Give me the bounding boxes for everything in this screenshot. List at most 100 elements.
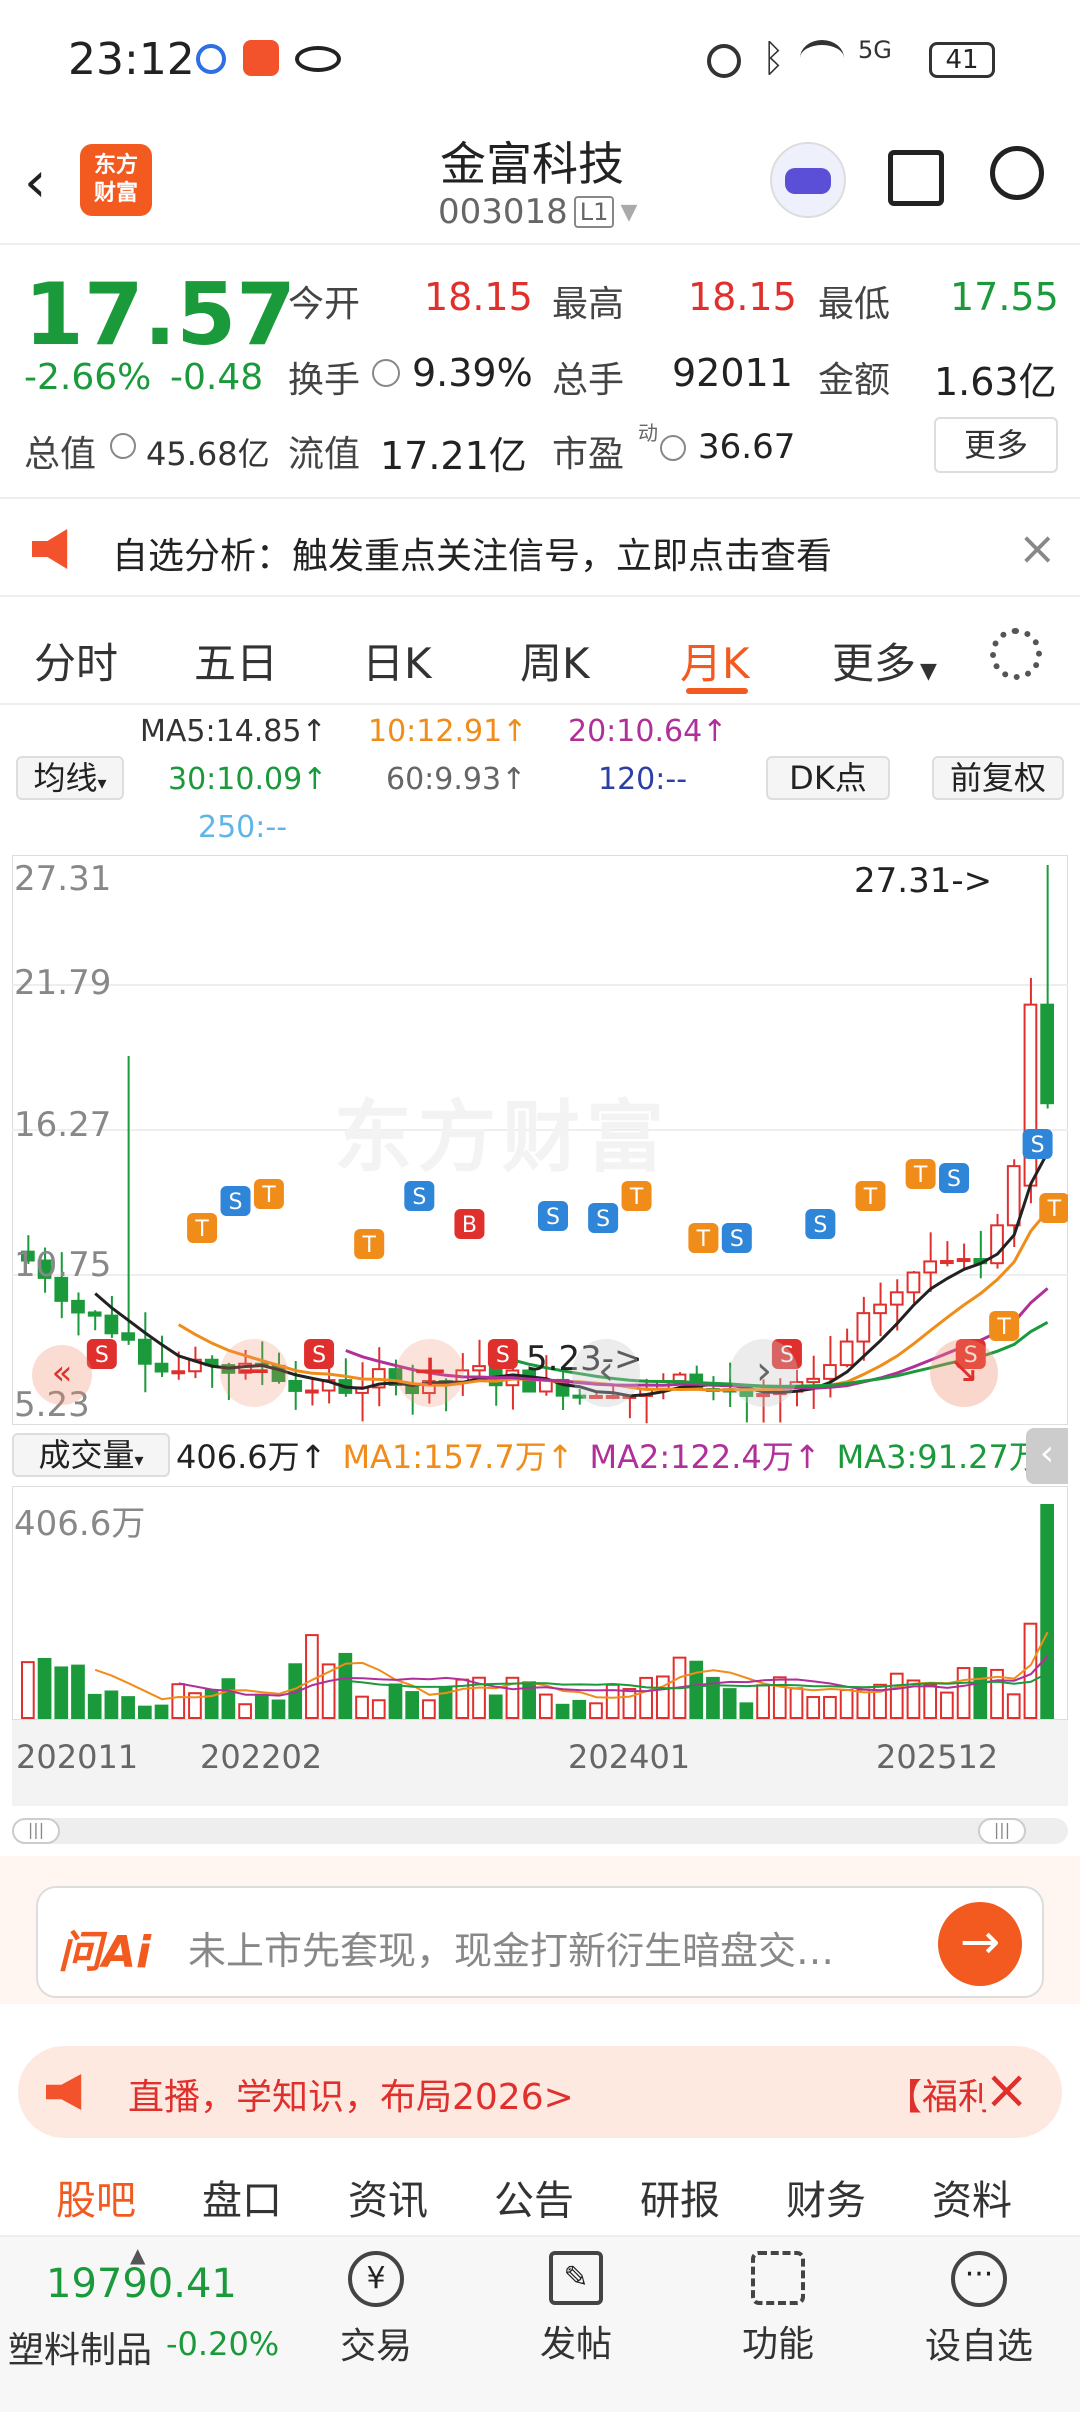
candle-body — [906, 1271, 921, 1294]
tab-zhouk[interactable]: 周K — [520, 630, 590, 691]
more-button[interactable]: 更多 — [934, 417, 1058, 473]
tab-gonggao[interactable]: 公告 — [494, 2168, 574, 2226]
tab-wuri[interactable]: 五日 — [194, 630, 278, 691]
volume-bar — [823, 1695, 837, 1720]
post-button[interactable]: ✎ 发帖 — [526, 2251, 626, 2367]
zoom-out-button[interactable]: − — [220, 1339, 288, 1407]
tab-zixun[interactable]: 资讯 — [348, 2168, 428, 2226]
ma120: 120:-- — [598, 762, 688, 797]
fullscreen-button[interactable]: ↘ — [930, 1339, 998, 1407]
volume-chart: 406.6万 — [11, 1485, 1069, 1721]
quote-panel: 17.57 -2.66% -0.48 今开 18.15 最高 18.15 最低 … — [0, 245, 1080, 495]
share-icon[interactable] — [888, 150, 944, 206]
collapse-panel-button[interactable]: ‹ — [1026, 1428, 1068, 1484]
volume-bar — [689, 1660, 704, 1719]
zoom-in-button[interactable]: + — [396, 1339, 464, 1407]
trade-label: 交易 — [339, 2326, 412, 2367]
adjust-button[interactable]: 前复权 — [932, 756, 1064, 800]
post-label: 发帖 — [539, 2324, 612, 2365]
low-label: 最低 — [818, 284, 891, 325]
candle-body — [104, 1314, 119, 1335]
y-tick: 27.31 — [14, 859, 112, 899]
signal-marker-label: S — [1031, 1133, 1045, 1158]
low-value: 17.55 — [950, 275, 1059, 319]
sector-index-value[interactable]: 19790.41 — [46, 2261, 237, 2307]
scroll-right-button[interactable]: › — [730, 1339, 798, 1407]
turnover-value: 9.39% — [412, 351, 533, 395]
range-scrollbar[interactable]: ||| ||| — [12, 1818, 1068, 1844]
tab-fenshi[interactable]: 分时 — [34, 630, 118, 691]
signal-marker-label: T — [996, 1315, 1011, 1340]
back-icon[interactable]: ‹ — [24, 150, 64, 215]
tab-caiwu[interactable]: 财务 — [786, 2168, 866, 2226]
kline-chart[interactable]: STSTSTSBSSSTTSSSTTSSTST 东方财富 27.31 21.79… — [11, 854, 1070, 1426]
signal-marker-label: S — [813, 1213, 827, 1238]
scroll-handle-right[interactable]: ||| — [978, 1818, 1026, 1844]
volume-bar — [956, 1667, 971, 1719]
volume-bar — [388, 1683, 403, 1719]
info-icon[interactable] — [110, 433, 136, 459]
signal-marker-label: B — [462, 1213, 477, 1238]
tab-guba[interactable]: 股吧 — [56, 2168, 136, 2226]
settings-icon[interactable] — [990, 628, 1042, 680]
candle-body — [288, 1379, 303, 1392]
current-price: 17.57 — [24, 265, 297, 365]
close-icon[interactable]: × — [1018, 521, 1057, 575]
eastmoney-logo: 东方 财富 — [80, 144, 152, 216]
close-icon[interactable]: × — [984, 2058, 1029, 2121]
megaphone-icon — [46, 2074, 82, 2110]
function-button[interactable]: 功能 — [728, 2251, 828, 2367]
content-tabs: 股吧 盘口 资讯 公告 研报 财务 资料 — [0, 2158, 1080, 2235]
search-icon[interactable] — [990, 146, 1044, 200]
stock-code-row[interactable]: 003018 L1 ▼ — [438, 192, 637, 232]
app-notification-icon — [243, 40, 279, 76]
volume-bar — [37, 1657, 52, 1719]
volume-bar — [639, 1676, 653, 1719]
volume-bar — [87, 1693, 102, 1719]
mcap-label: 总值 — [24, 434, 97, 475]
add-favorite-button[interactable]: ··· 设自选 — [914, 2251, 1044, 2369]
signal-marker-label: T — [863, 1185, 878, 1210]
tab-pankou[interactable]: 盘口 — [202, 2168, 282, 2226]
bluetooth-icon: ᛒ — [762, 36, 785, 80]
x-tick: 202011 — [16, 1738, 139, 1776]
info-icon[interactable] — [372, 359, 400, 387]
volume-value: 92011 — [672, 351, 793, 395]
tab-ziliao[interactable]: 资料 — [932, 2168, 1012, 2226]
candle-body — [121, 1332, 135, 1341]
jump-start-button[interactable]: « — [32, 1345, 92, 1405]
tab-yanbao[interactable]: 研报 — [640, 2168, 720, 2226]
notice-bar[interactable]: 自选分析：触发重点关注信号，立即点击查看 × — [0, 497, 1080, 597]
signal-marker-label: T — [261, 1183, 276, 1208]
sector-name[interactable]: 塑料制品 — [8, 2321, 152, 2373]
volume-bar — [739, 1702, 754, 1720]
candle-body — [956, 1258, 971, 1263]
ai-ask-input[interactable]: 问Ai 未上市先套现，现金打新衍生暗盘交… → — [36, 1886, 1044, 1998]
volume-bar — [422, 1699, 436, 1720]
tab-more[interactable]: 更多 ▼ — [832, 630, 937, 691]
signal-marker-label: S — [947, 1167, 961, 1192]
stock-code: 003018 — [438, 192, 568, 232]
tab-yuek[interactable]: 月K — [680, 630, 750, 691]
stock-header: ‹ 东方 财富 金富科技 003018 L1 ▼ — [0, 120, 1080, 245]
yen-icon: ¥ — [348, 2251, 404, 2307]
candle-body — [1040, 1003, 1054, 1105]
info-icon[interactable] — [660, 435, 686, 461]
scroll-left-button[interactable]: ‹ — [572, 1339, 640, 1407]
promo-banner[interactable]: 直播，学知识，布局2026> 【福利 × — [18, 2046, 1062, 2138]
volume-bar — [1006, 1693, 1021, 1720]
scroll-handle-left[interactable]: ||| — [12, 1818, 60, 1844]
candle-body — [940, 1260, 954, 1265]
dk-point-button[interactable]: DK点 — [766, 756, 890, 800]
tab-rik[interactable]: 日K — [362, 630, 432, 691]
ai-robot-avatar[interactable] — [770, 142, 846, 218]
volume-bar — [789, 1687, 804, 1720]
submit-arrow-button[interactable]: → — [938, 1902, 1022, 1986]
volume-bar — [371, 1699, 386, 1719]
trade-button[interactable]: ¥ 交易 — [326, 2251, 426, 2369]
candle-body — [1006, 1165, 1021, 1227]
ma-select[interactable]: 均线▾ — [16, 756, 124, 800]
volume-bar — [756, 1684, 770, 1719]
function-label: 功能 — [741, 2324, 814, 2365]
volume-select[interactable]: 成交量▾ — [12, 1433, 170, 1477]
